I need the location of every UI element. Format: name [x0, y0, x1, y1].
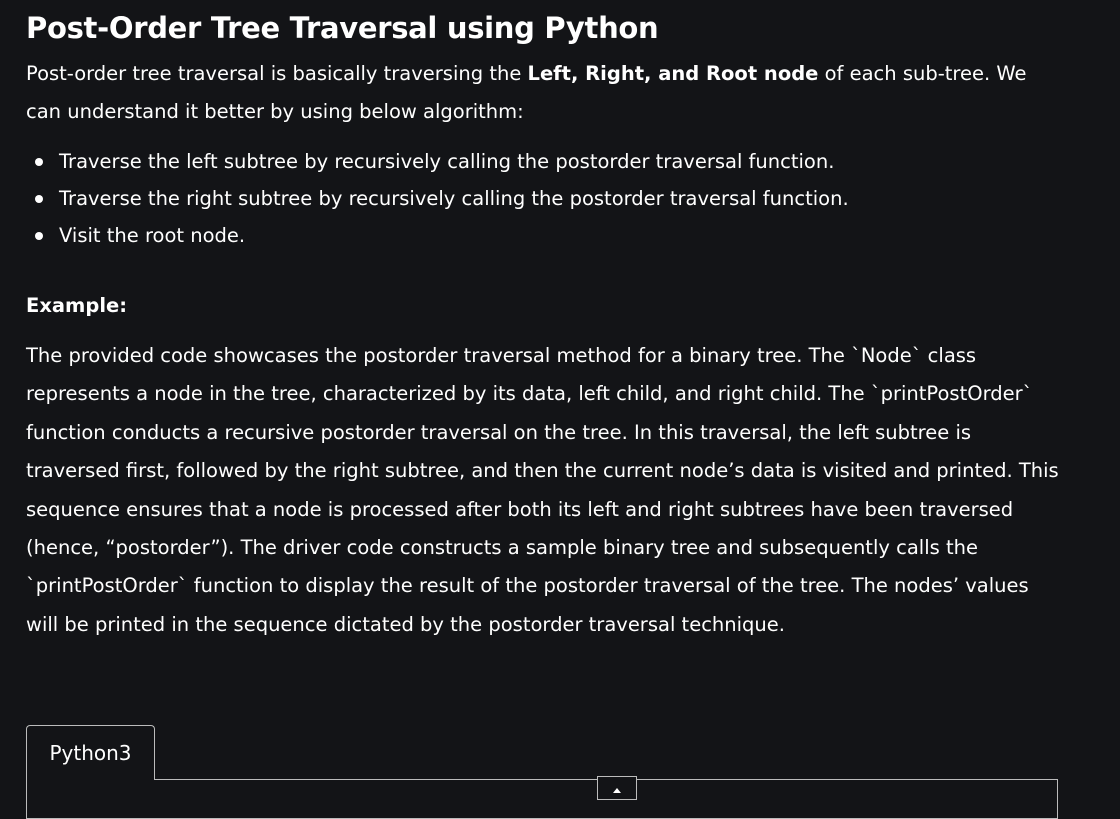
- tab-python3[interactable]: Python3: [26, 725, 155, 780]
- scroll-up-button[interactable]: [597, 776, 637, 800]
- list-item: Visit the root node.: [26, 217, 849, 254]
- code-tab-bar: Python3: [26, 725, 155, 780]
- intro-text-before: Post-order tree traversal is basically t…: [26, 62, 528, 85]
- code-panel: [26, 779, 1058, 819]
- intro-text-bold: Left, Right, and Root node: [527, 62, 819, 85]
- intro-paragraph: Post-order tree traversal is basically t…: [26, 55, 1066, 131]
- page-title: Post-Order Tree Traversal using Python: [26, 11, 659, 45]
- list-item: Traverse the right subtree by recursivel…: [26, 180, 849, 217]
- list-item: Traverse the left subtree by recursively…: [26, 143, 849, 180]
- algorithm-steps-list: Traverse the left subtree by recursively…: [26, 143, 849, 254]
- chevron-up-icon: [613, 788, 621, 793]
- example-heading: Example:: [26, 294, 128, 317]
- example-description: The provided code showcases the postorde…: [26, 344, 1059, 636]
